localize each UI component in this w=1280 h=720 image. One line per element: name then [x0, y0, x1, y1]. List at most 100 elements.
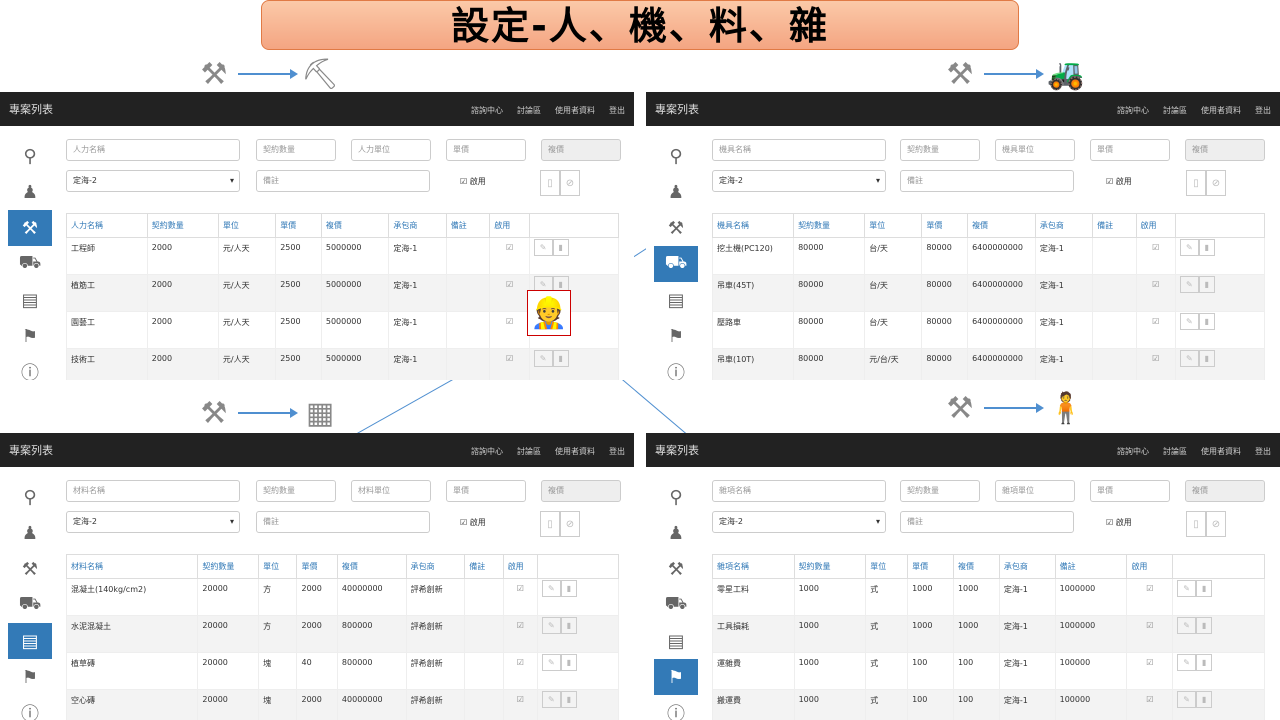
note-input[interactable]: 備註 — [256, 170, 430, 192]
worker-icon[interactable]: ⚒ — [654, 210, 698, 246]
nav-link[interactable]: 登出 — [1255, 106, 1271, 115]
qty-input[interactable]: 契約數量 — [900, 480, 980, 502]
delete-icon[interactable]: ▮ — [1195, 691, 1213, 708]
info-icon[interactable]: ⓘ — [8, 695, 52, 720]
nav-brand[interactable]: 專案列表 — [655, 442, 1103, 458]
delete-icon[interactable]: ▮ — [1195, 580, 1213, 597]
materials-icon[interactable]: ▤ — [8, 282, 52, 318]
enabled-check[interactable]: ☑ — [1135, 311, 1176, 349]
contractor-select[interactable]: 定海-2 — [66, 511, 240, 533]
delete-icon[interactable]: ▮ — [1195, 617, 1213, 634]
enabled-check[interactable]: ☑ — [489, 311, 530, 349]
note-input[interactable]: 備註 — [256, 511, 430, 533]
worker-icon[interactable]: ⚒ — [8, 551, 52, 587]
edit-icon[interactable]: ✎ — [1177, 654, 1196, 671]
info-icon[interactable]: ⓘ — [654, 695, 698, 720]
enabled-check[interactable]: ☑ — [502, 578, 539, 616]
map-pin-icon[interactable]: ⚲ — [654, 138, 698, 174]
edit-icon[interactable]: ✎ — [1179, 276, 1199, 293]
unit-input[interactable]: 材料單位 — [351, 480, 431, 502]
nav-link[interactable]: 諮詢中心 — [1117, 106, 1149, 115]
clear-icon[interactable]: ⊘ — [1206, 511, 1226, 537]
painter-icon[interactable]: ⚑ — [654, 659, 698, 695]
edit-icon[interactable]: ✎ — [542, 580, 561, 597]
name-input[interactable]: 材料名稱 — [66, 480, 240, 502]
enabled-check[interactable]: ☑ — [1135, 348, 1176, 380]
nav-link[interactable]: 討論區 — [1163, 106, 1187, 115]
edit-icon[interactable]: ✎ — [533, 239, 553, 256]
map-pin-icon[interactable]: ⚲ — [8, 479, 52, 515]
add-icon[interactable]: ▯ — [540, 170, 560, 196]
edit-icon[interactable]: ✎ — [542, 654, 561, 671]
group-icon[interactable]: ♟ — [654, 515, 698, 551]
delete-icon[interactable]: ▮ — [1198, 239, 1216, 256]
enable-checkbox[interactable]: ☑ 啟用 — [1106, 176, 1132, 187]
map-pin-icon[interactable]: ⚲ — [8, 138, 52, 174]
name-input[interactable]: 雜項名稱 — [712, 480, 886, 502]
delete-icon[interactable]: ▮ — [552, 350, 569, 367]
name-input[interactable]: 機具名稱 — [712, 139, 886, 161]
nav-link[interactable]: 使用者資料 — [555, 447, 595, 456]
nav-brand[interactable]: 專案列表 — [655, 101, 1103, 117]
note-input[interactable]: 備註 — [900, 170, 1074, 192]
nav-link[interactable]: 登出 — [1255, 447, 1271, 456]
enabled-check[interactable]: ☑ — [1126, 578, 1174, 616]
delete-icon[interactable]: ▮ — [552, 239, 569, 256]
edit-icon[interactable]: ✎ — [1177, 691, 1196, 708]
materials-icon[interactable]: ▤ — [654, 282, 698, 318]
edit-icon[interactable]: ✎ — [1179, 239, 1199, 256]
nav-link[interactable]: 討論區 — [517, 106, 541, 115]
add-icon[interactable]: ▯ — [540, 511, 560, 537]
price-input[interactable]: 單價 — [446, 480, 526, 502]
delete-icon[interactable]: ▮ — [560, 617, 578, 634]
enabled-check[interactable]: ☑ — [489, 237, 530, 275]
add-icon[interactable]: ▯ — [1186, 511, 1206, 537]
edit-icon[interactable]: ✎ — [542, 617, 561, 634]
group-icon[interactable]: ♟ — [654, 174, 698, 210]
enabled-check[interactable]: ☑ — [502, 652, 539, 690]
add-icon[interactable]: ▯ — [1186, 170, 1206, 196]
clear-icon[interactable]: ⊘ — [560, 170, 580, 196]
contractor-select[interactable]: 定海-2 — [66, 170, 240, 192]
painter-icon[interactable]: ⚑ — [8, 659, 52, 695]
edit-icon[interactable]: ✎ — [1177, 580, 1196, 597]
name-input[interactable]: 人力名稱 — [66, 139, 240, 161]
enable-checkbox[interactable]: ☑ 啟用 — [1106, 517, 1132, 528]
nav-link[interactable]: 登出 — [609, 106, 625, 115]
delete-icon[interactable]: ▮ — [1198, 350, 1216, 367]
price-input[interactable]: 單價 — [1090, 480, 1170, 502]
group-icon[interactable]: ♟ — [8, 515, 52, 551]
excavator-icon[interactable]: ⛟ — [8, 246, 52, 282]
materials-icon[interactable]: ▤ — [654, 623, 698, 659]
enabled-check[interactable]: ☑ — [1126, 689, 1174, 720]
nav-link[interactable]: 諮詢中心 — [471, 447, 503, 456]
edit-icon[interactable]: ✎ — [1179, 350, 1199, 367]
nav-link[interactable]: 討論區 — [517, 447, 541, 456]
nav-link[interactable]: 登出 — [609, 447, 625, 456]
enable-checkbox[interactable]: ☑ 啟用 — [460, 517, 486, 528]
enable-checkbox[interactable]: ☑ 啟用 — [460, 176, 486, 187]
unit-input[interactable]: 雜項單位 — [995, 480, 1075, 502]
price-input[interactable]: 單價 — [1090, 139, 1170, 161]
nav-link[interactable]: 諮詢中心 — [471, 106, 503, 115]
enabled-check[interactable]: ☑ — [1126, 652, 1174, 690]
unit-input[interactable]: 機具單位 — [995, 139, 1075, 161]
edit-icon[interactable]: ✎ — [1179, 313, 1199, 330]
enabled-check[interactable]: ☑ — [1126, 615, 1174, 653]
worker-icon[interactable]: ⚒ — [654, 551, 698, 587]
map-pin-icon[interactable]: ⚲ — [654, 479, 698, 515]
note-input[interactable]: 備註 — [900, 511, 1074, 533]
delete-icon[interactable]: ▮ — [1198, 313, 1216, 330]
nav-link[interactable]: 使用者資料 — [555, 106, 595, 115]
enabled-check[interactable]: ☑ — [1135, 274, 1176, 312]
delete-icon[interactable]: ▮ — [560, 580, 578, 597]
qty-input[interactable]: 契約數量 — [256, 480, 336, 502]
contractor-select[interactable]: 定海-2 — [712, 511, 886, 533]
delete-icon[interactable]: ▮ — [560, 691, 578, 708]
qty-input[interactable]: 契約數量 — [900, 139, 980, 161]
nav-link[interactable]: 使用者資料 — [1201, 106, 1241, 115]
excavator-icon[interactable]: ⛟ — [654, 587, 698, 623]
info-icon[interactable]: ⓘ — [8, 354, 52, 380]
delete-icon[interactable]: ▮ — [1198, 276, 1216, 293]
clear-icon[interactable]: ⊘ — [560, 511, 580, 537]
